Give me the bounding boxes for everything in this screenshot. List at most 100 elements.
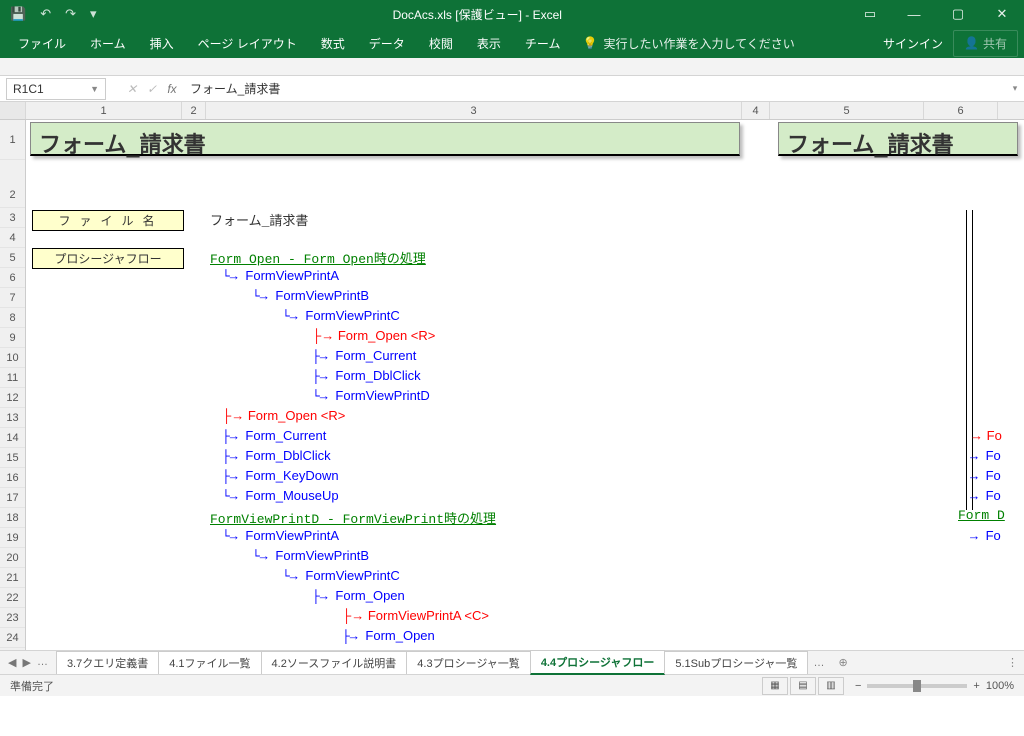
tree-item: ├→ Form_Current bbox=[312, 348, 416, 364]
col-header[interactable]: 3 bbox=[206, 102, 742, 119]
status-ready: 準備完了 bbox=[10, 678, 54, 694]
sheet-tab[interactable]: 4.2ソースファイル説明書 bbox=[261, 651, 408, 674]
col-header[interactable]: 4 bbox=[742, 102, 770, 119]
row-header[interactable]: 12 bbox=[0, 388, 25, 408]
cancel-icon[interactable]: ✕ bbox=[122, 82, 142, 96]
sheet-tab[interactable]: 5.1Subプロシージャ一覧 bbox=[664, 651, 808, 674]
row-header[interactable]: 6 bbox=[0, 268, 25, 288]
row-header[interactable]: 17 bbox=[0, 488, 25, 508]
tab-view[interactable]: 表示 bbox=[465, 29, 513, 58]
cell-grid[interactable]: フォーム_請求書 フォーム_請求書 フ ァ イ ル 名 フォーム_請求書 プロシ… bbox=[26, 120, 1024, 650]
row-header[interactable]: 18 bbox=[0, 508, 25, 528]
view-normal-icon[interactable]: ▦ bbox=[762, 677, 788, 695]
tab-insert[interactable]: 挿入 bbox=[138, 29, 186, 58]
add-sheet-icon[interactable]: ⊕ bbox=[830, 656, 855, 669]
tree-item: → Fo bbox=[970, 468, 1001, 484]
sheet-tab[interactable]: 4.3プロシージャ一覧 bbox=[406, 651, 531, 674]
tree-item: → Fo bbox=[970, 488, 1001, 504]
enter-icon[interactable]: ✓ bbox=[142, 82, 162, 96]
tree-item: ├→ Form_KeyDown bbox=[222, 468, 339, 484]
ribbon-options-icon[interactable]: ▭ bbox=[848, 0, 892, 28]
close-icon[interactable]: ✕ bbox=[980, 0, 1024, 28]
tree-item: └→ FormViewPrintC bbox=[282, 308, 400, 324]
view-pagebreak-icon[interactable]: ▥ bbox=[818, 677, 844, 695]
fx-icon[interactable]: fx bbox=[162, 82, 182, 96]
tree-item: → Fo bbox=[970, 448, 1001, 464]
undo-icon[interactable]: ↶ bbox=[40, 6, 51, 22]
row-header[interactable]: 13 bbox=[0, 408, 25, 428]
row-header[interactable]: 11 bbox=[0, 368, 25, 388]
tab-file[interactable]: ファイル bbox=[6, 29, 78, 58]
zoom-in-icon[interactable]: + bbox=[973, 680, 979, 692]
sheet-tab[interactable]: 3.7クエリ定義書 bbox=[56, 651, 159, 674]
row-header[interactable]: 23 bbox=[0, 608, 25, 628]
share-button[interactable]: 👤共有 bbox=[953, 30, 1018, 57]
maximize-icon[interactable]: ▢ bbox=[936, 0, 980, 28]
row-header[interactable]: 24 bbox=[0, 628, 25, 648]
redo-icon[interactable]: ↷ bbox=[65, 6, 76, 22]
tell-me[interactable]: 💡 実行したい作業を入力してください bbox=[572, 35, 804, 52]
col-header[interactable]: 5 bbox=[770, 102, 924, 119]
tab-nav[interactable]: ◀▶… bbox=[0, 656, 56, 669]
tell-me-text: 実行したい作業を入力してください bbox=[603, 35, 794, 52]
quick-access-toolbar: 💾 ↶ ↷ ▾ bbox=[0, 6, 107, 22]
label-procflow: プロシージャフロー bbox=[32, 248, 184, 269]
tree-item: → Fo bbox=[970, 428, 1002, 444]
row-header[interactable]: 1 bbox=[0, 120, 25, 160]
view-pagelayout-icon[interactable]: ▤ bbox=[790, 677, 816, 695]
zoom-control[interactable]: − + 100% bbox=[855, 680, 1014, 692]
row-header[interactable]: 2 bbox=[0, 160, 25, 208]
tab-data[interactable]: データ bbox=[357, 29, 417, 58]
tree-item: └→ FormViewPrintA bbox=[222, 268, 339, 284]
col-header[interactable]: 1 bbox=[26, 102, 182, 119]
col-header[interactable]: 2 bbox=[182, 102, 206, 119]
tab-team[interactable]: チーム bbox=[513, 29, 573, 58]
tab-home[interactable]: ホーム bbox=[78, 29, 138, 58]
save-icon[interactable]: 💾 bbox=[10, 6, 26, 22]
zoom-out-icon[interactable]: − bbox=[855, 680, 861, 692]
tab-review[interactable]: 校閲 bbox=[417, 29, 465, 58]
row-header[interactable]: 10 bbox=[0, 348, 25, 368]
tree-item: ├→ Form_DblClick bbox=[222, 448, 331, 464]
qat-customize-icon[interactable]: ▾ bbox=[90, 6, 97, 22]
select-all-corner[interactable] bbox=[0, 102, 26, 119]
minimize-icon[interactable]: — bbox=[892, 0, 936, 28]
row-header[interactable]: 19 bbox=[0, 528, 25, 548]
row-header[interactable]: 3 bbox=[0, 208, 25, 228]
name-box[interactable]: R1C1▼ bbox=[6, 78, 106, 100]
tab-more[interactable]: … bbox=[807, 657, 830, 669]
tab-pagelayout[interactable]: ページ レイアウト bbox=[186, 29, 309, 58]
status-bar: 準備完了 ▦ ▤ ▥ − + 100% bbox=[0, 674, 1024, 696]
row-header[interactable]: 21 bbox=[0, 568, 25, 588]
formula-expand-icon[interactable]: ▾ bbox=[1006, 83, 1024, 94]
col-header[interactable]: 6 bbox=[924, 102, 998, 119]
formula-input[interactable]: フォーム_請求書 bbox=[182, 78, 1006, 99]
cell-title-2: フォーム_請求書 bbox=[778, 122, 1018, 156]
tree-item: └→ FormViewPrintD bbox=[312, 388, 430, 404]
tree-item: ├→ Form_Open bbox=[342, 628, 435, 644]
row-header[interactable]: 16 bbox=[0, 468, 25, 488]
row-header[interactable]: 20 bbox=[0, 548, 25, 568]
chevron-down-icon[interactable]: ▼ bbox=[90, 84, 99, 94]
window-title: DocAcs.xls [保護ビュー] - Excel bbox=[107, 6, 848, 23]
tab-formulas[interactable]: 数式 bbox=[309, 29, 357, 58]
proc-heading: Form_Open - Form_Open時の処理 bbox=[210, 248, 426, 267]
zoom-slider[interactable] bbox=[867, 684, 967, 688]
grid-line bbox=[972, 210, 973, 510]
zoom-value[interactable]: 100% bbox=[986, 680, 1014, 692]
row-headers: 1 2 3 4 5 6 7 8 9 10 11 12 13 14 15 16 1… bbox=[0, 120, 26, 650]
row-header[interactable]: 8 bbox=[0, 308, 25, 328]
row-header[interactable]: 15 bbox=[0, 448, 25, 468]
tree-item: → Fo bbox=[970, 528, 1001, 544]
signin-button[interactable]: サインイン bbox=[873, 29, 953, 58]
row-header[interactable]: 7 bbox=[0, 288, 25, 308]
row-header[interactable]: 4 bbox=[0, 228, 25, 248]
row-header[interactable]: 22 bbox=[0, 588, 25, 608]
row-header[interactable]: 5 bbox=[0, 248, 25, 268]
row-header[interactable]: 9 bbox=[0, 328, 25, 348]
sheet-tab[interactable]: 4.1ファイル一覧 bbox=[158, 651, 261, 674]
row-header[interactable]: 14 bbox=[0, 428, 25, 448]
sheet-tab-active[interactable]: 4.4プロシージャフロー bbox=[530, 650, 666, 675]
worksheet: 1 2 3 4 5 6 1 2 3 4 5 6 7 8 9 10 11 12 1… bbox=[0, 102, 1024, 650]
tab-tools-icon[interactable]: ⋮ bbox=[1001, 656, 1024, 669]
